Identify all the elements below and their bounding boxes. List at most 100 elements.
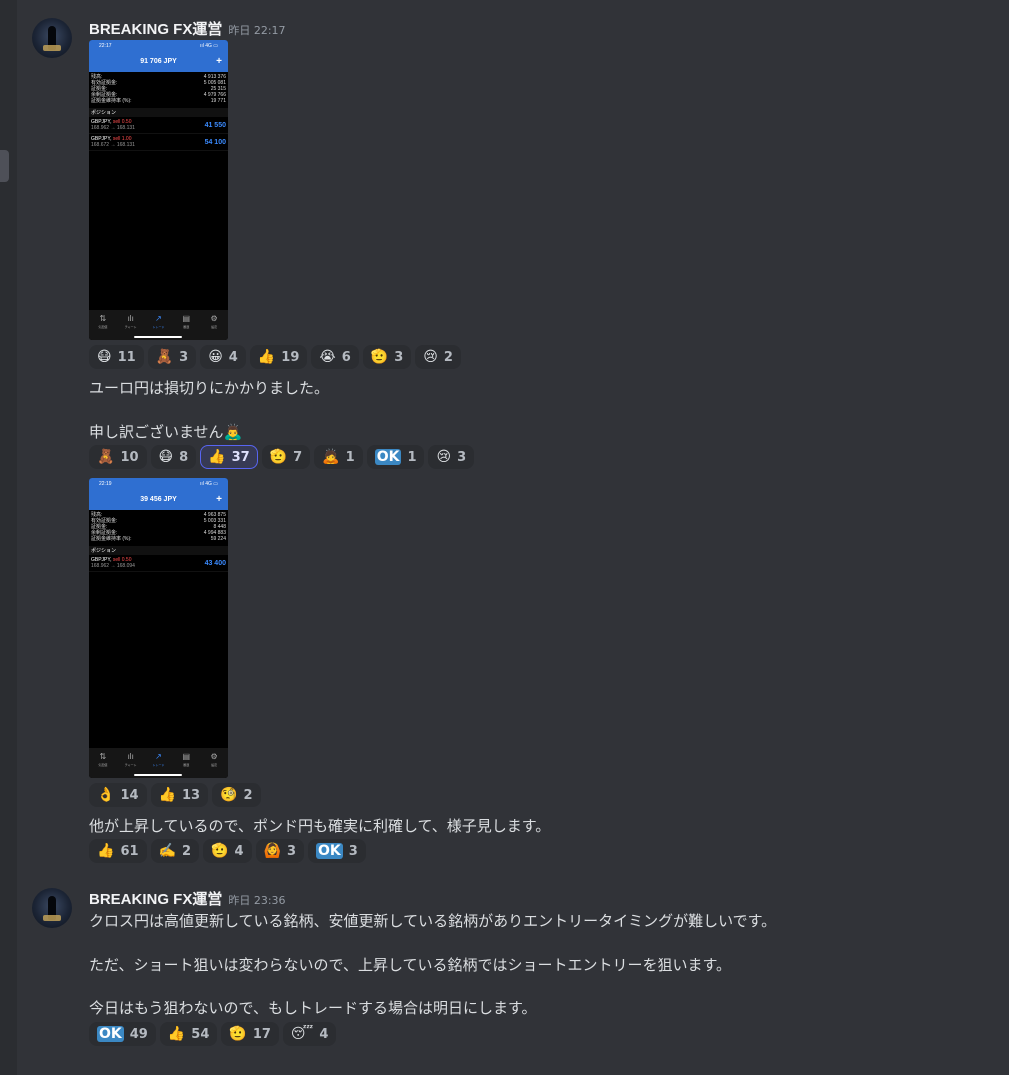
- reaction-count: 17: [252, 1026, 271, 1042]
- position-row: GBPJPY, sell 1.00 168.672 → 168.131 54 1…: [89, 134, 228, 151]
- salute-emoji-icon: 🫡: [211, 843, 229, 859]
- reaction-ok[interactable]: OK 3: [307, 839, 366, 863]
- reaction-sleeping[interactable]: 😴 4: [282, 1022, 337, 1046]
- sob-emoji-icon: 😭: [319, 349, 336, 365]
- phone-balance-title: 39 456 JPY +: [89, 489, 228, 510]
- account-rows: 残高: 4 963 875 有効証拠金: 5 003 331 証拠金: 8 448 余…: [89, 510, 228, 544]
- reaction-count: 3: [457, 449, 467, 465]
- reaction-thumbsup[interactable]: 👍 61: [89, 839, 147, 863]
- ok-button-icon: OK: [315, 843, 343, 859]
- mask-emoji-icon: 😷: [158, 449, 174, 465]
- avatar-logo: [43, 915, 61, 921]
- position-pnl: 41 550: [204, 121, 226, 129]
- reaction-thumbsup[interactable]: 👍 54: [159, 1022, 218, 1046]
- reaction-monocle[interactable]: 🧐 2: [212, 783, 261, 807]
- reaction-teddy[interactable]: 🧸 10: [89, 445, 147, 469]
- account-row: 証拠金維持率 (%): 19 771: [91, 98, 226, 104]
- reaction-count: 4: [228, 349, 238, 365]
- phone-balance: 39 456 JPY: [140, 496, 177, 503]
- reaction-cry[interactable]: 😢 3: [428, 445, 475, 469]
- reaction-cry[interactable]: 😢 2: [415, 345, 461, 369]
- sleeping-emoji-icon: 😴: [290, 1026, 314, 1042]
- screenshot-attachment-1[interactable]: 22:17 ııl 4G ▭ 91 706 JPY + 残高: 4 913 376…: [89, 40, 228, 340]
- reaction-count: 49: [129, 1026, 148, 1042]
- reaction-thumbsup[interactable]: 👍 13: [150, 783, 209, 807]
- phone-time: 22:17: [99, 42, 112, 49]
- trade-icon: ↗ トレード: [152, 752, 165, 768]
- reaction-count: 4: [319, 1026, 329, 1042]
- reaction-ok-hand[interactable]: 👌 14: [89, 783, 147, 807]
- author-name[interactable]: BREAKING FX運営: [89, 21, 222, 38]
- thumbs-up-emoji-icon: 👍: [97, 843, 115, 859]
- reaction-count: 6: [341, 349, 351, 365]
- mask-emoji-icon: 😷: [97, 349, 112, 365]
- reaction-sob[interactable]: 😭 6: [311, 345, 359, 369]
- reaction-bow[interactable]: 🙇 1: [314, 445, 363, 469]
- phone-status-bar: 22:19 ııl 4G ▭: [89, 478, 228, 489]
- reaction-count: 2: [243, 787, 253, 803]
- teddy-bear-emoji-icon: 🧸: [155, 349, 174, 365]
- reaction-count: 7: [293, 449, 303, 465]
- phone-balance-title: 91 706 JPY +: [89, 51, 228, 72]
- monocle-emoji-icon: 🧐: [220, 787, 238, 803]
- message-text: ユーロ円は損切りにかかりました。: [89, 379, 330, 397]
- position-row: GBPJPY, sell 0.50 168.962 → 168.094 43 4…: [89, 555, 228, 572]
- avatar-logo: [43, 45, 61, 51]
- thumbs-up-emoji-icon: 👍: [158, 787, 176, 803]
- message-text: 今日はもう狙わないので、もしトレードする場合は明日にします。: [89, 999, 537, 1017]
- author-name[interactable]: BREAKING FX運営: [89, 891, 222, 908]
- row-label: 証拠金維持率 (%):: [91, 536, 132, 542]
- reaction-thumbsup[interactable]: 👍 19: [249, 345, 308, 369]
- reaction-salute[interactable]: 🫡 7: [261, 445, 311, 469]
- reaction-count: 14: [120, 787, 139, 803]
- salute-emoji-icon: 🫡: [269, 449, 288, 465]
- message-text: ただ、ショート狙いは変わらないので、上昇している銘柄ではショートエントリーを狙い…: [89, 956, 732, 974]
- reaction-salute[interactable]: 🫡 17: [221, 1022, 279, 1046]
- reaction-ok[interactable]: OK 1: [366, 445, 425, 469]
- reaction-count: 4: [234, 843, 244, 859]
- grin-emoji-icon: 😀: [208, 349, 223, 365]
- reaction-salute[interactable]: 🫡 3: [362, 345, 412, 369]
- reaction-count: 11: [117, 349, 136, 365]
- reaction-count: 3: [348, 843, 358, 859]
- reaction-count: 2: [181, 843, 192, 859]
- reaction-ok-gesture[interactable]: 🙆 3: [255, 839, 304, 863]
- phone-balance: 91 706 JPY: [140, 58, 177, 65]
- timestamp: 昨日 22:17: [228, 24, 286, 37]
- position-pnl: 54 100: [204, 138, 226, 146]
- ok-button-icon: OK: [374, 449, 402, 465]
- reaction-bar: OK 49 👍 54 🫡 17 😴 4: [89, 1022, 337, 1046]
- reaction-grin[interactable]: 😀 4: [200, 345, 246, 369]
- reaction-mask[interactable]: 😷 8: [150, 445, 197, 469]
- history-icon: ▤ 履歴: [182, 752, 191, 768]
- channel-sidebar-edge: [0, 0, 17, 1075]
- phone-signal-icon: ııl 4G ▭: [199, 42, 218, 49]
- plus-icon: +: [216, 494, 222, 505]
- reaction-count: 2: [443, 349, 453, 365]
- position-range: 168.962 → 168.131: [91, 125, 135, 131]
- reaction-mask[interactable]: 😷 11: [89, 345, 144, 369]
- reaction-thumbsup-selected[interactable]: 👍 37: [200, 445, 258, 469]
- salute-emoji-icon: 🫡: [229, 1026, 247, 1042]
- message-text: クロス円は高値更新している銘柄、安値更新している銘柄がありエントリータイミングが…: [89, 912, 777, 930]
- positions-header: ポジション: [89, 546, 228, 555]
- home-indicator: [134, 774, 182, 776]
- reaction-count: 8: [179, 449, 189, 465]
- reaction-bar: 👍 61 ✍️ 2 🫡 4 🙆 3 OK 3: [89, 839, 366, 863]
- reaction-count: 3: [179, 349, 189, 365]
- avatar[interactable]: [32, 888, 72, 928]
- position-pnl: 43 400: [204, 559, 226, 567]
- reaction-writing[interactable]: ✍️ 2: [150, 839, 200, 863]
- chart-icon: ılı チャート: [124, 314, 137, 330]
- reaction-salute[interactable]: 🫡 4: [203, 839, 252, 863]
- reaction-ok[interactable]: OK 49: [89, 1022, 156, 1046]
- scroll-handle[interactable]: [0, 150, 9, 182]
- thumbs-up-emoji-icon: 👍: [257, 349, 276, 365]
- settings-icon: ⚙ 設定: [210, 752, 218, 768]
- reaction-teddy[interactable]: 🧸 3: [147, 345, 197, 369]
- avatar[interactable]: [32, 18, 72, 58]
- screenshot-attachment-2[interactable]: 22:19 ııl 4G ▭ 39 456 JPY + 残高: 4 963 875…: [89, 478, 228, 778]
- reaction-count: 19: [281, 349, 300, 365]
- reaction-bar: 👌 14 👍 13 🧐 2: [89, 783, 261, 807]
- history-icon: ▤ 履歴: [182, 314, 191, 330]
